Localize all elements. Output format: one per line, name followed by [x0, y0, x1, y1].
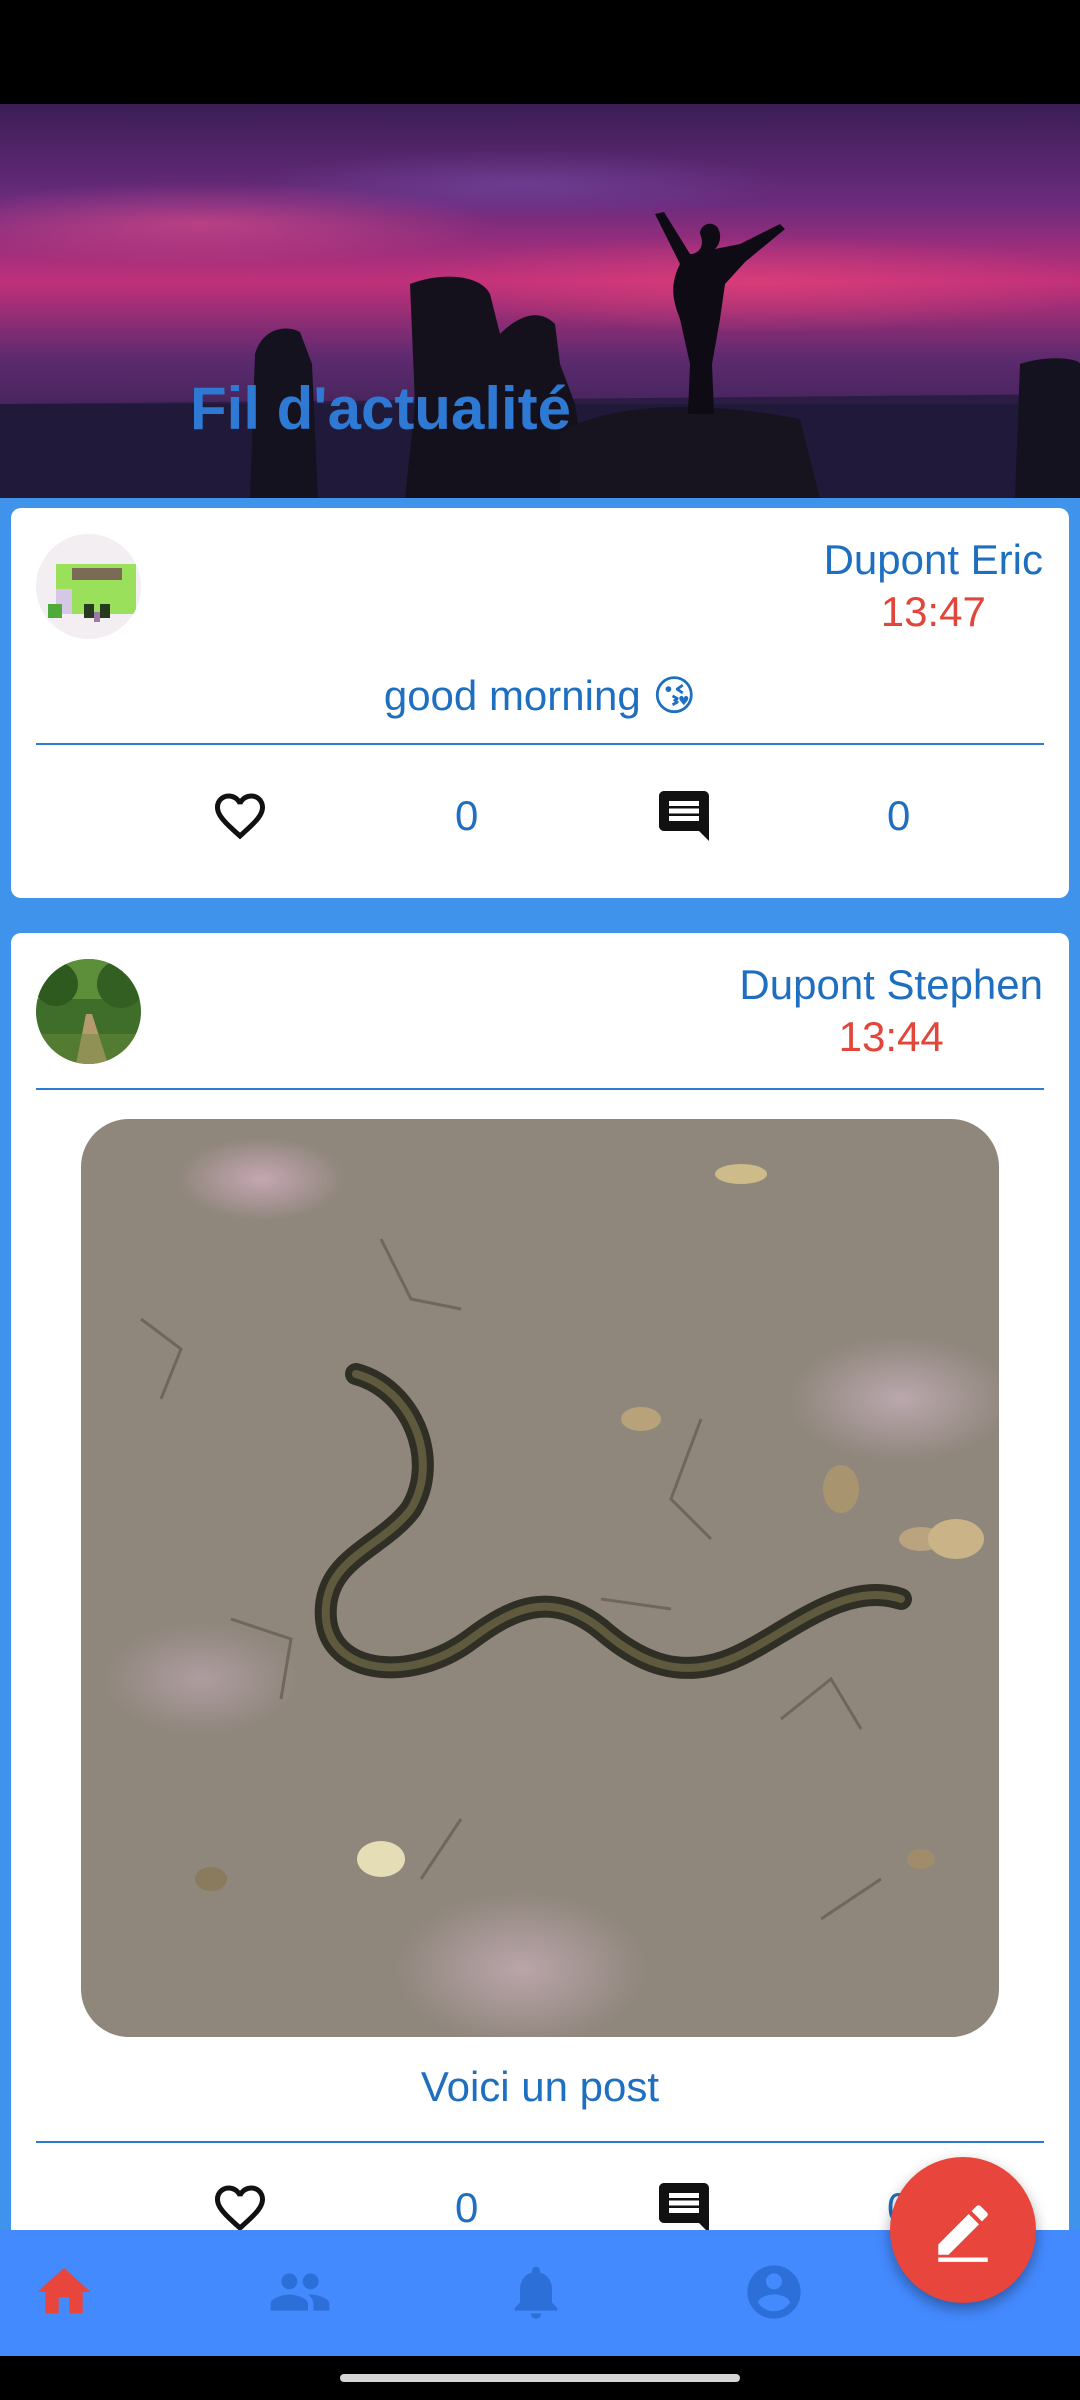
- author-name[interactable]: Dupont Stephen: [739, 959, 1043, 1011]
- account-icon[interactable]: [742, 2260, 806, 2324]
- status-bar: [0, 0, 1080, 104]
- comments-count: 0: [887, 792, 911, 839]
- new-post-button[interactable]: [890, 2157, 1036, 2303]
- bell-icon[interactable]: [504, 2260, 568, 2324]
- post-text: Voici un post: [420, 2063, 660, 2110]
- post-author-block: Dupont Stephen 13:44: [739, 959, 1043, 1063]
- pixel-avatar-icon: [36, 534, 141, 639]
- post-text: good morning 😘: [383, 672, 697, 719]
- like-heart-icon[interactable]: [210, 2178, 270, 2230]
- post-card[interactable]: Dupont Stephen 13:44 Voici un post 0: [11, 933, 1069, 2230]
- post-author-block: Dupont Eric 13:47: [824, 534, 1043, 638]
- comment-icon[interactable]: [654, 2178, 714, 2230]
- gesture-handle[interactable]: [340, 2374, 740, 2382]
- comment-icon[interactable]: [654, 786, 714, 846]
- likes-count: 0: [455, 792, 479, 839]
- post-card[interactable]: Dupont Eric 13:47 good morning 😘 0 0: [11, 508, 1069, 898]
- header-banner: Fil d'actualité: [0, 104, 1080, 498]
- post-actions: 0 0: [11, 786, 1069, 856]
- avatar[interactable]: [36, 534, 141, 639]
- post-time: 13:47: [880, 588, 986, 635]
- people-icon[interactable]: [268, 2260, 332, 2324]
- gesture-bar: [0, 2356, 1080, 2400]
- author-name[interactable]: Dupont Eric: [824, 534, 1043, 586]
- home-icon[interactable]: [32, 2260, 96, 2324]
- forest-path-avatar: [36, 959, 141, 1064]
- likes-count: 0: [455, 2184, 479, 2230]
- news-feed[interactable]: Dupont Eric 13:47 good morning 😘 0 0 Dup…: [0, 498, 1080, 2230]
- page-title: Fil d'actualité: [190, 375, 572, 442]
- divider: [36, 2141, 1044, 2143]
- like-heart-icon[interactable]: [210, 786, 270, 846]
- divider: [36, 1088, 1044, 1090]
- snake-photo: [140, 1164, 984, 1921]
- post-image[interactable]: [81, 1119, 999, 2037]
- divider: [36, 743, 1044, 745]
- edit-icon: [938, 2205, 988, 2262]
- post-time: 13:44: [838, 1013, 944, 1060]
- avatar[interactable]: [36, 959, 141, 1064]
